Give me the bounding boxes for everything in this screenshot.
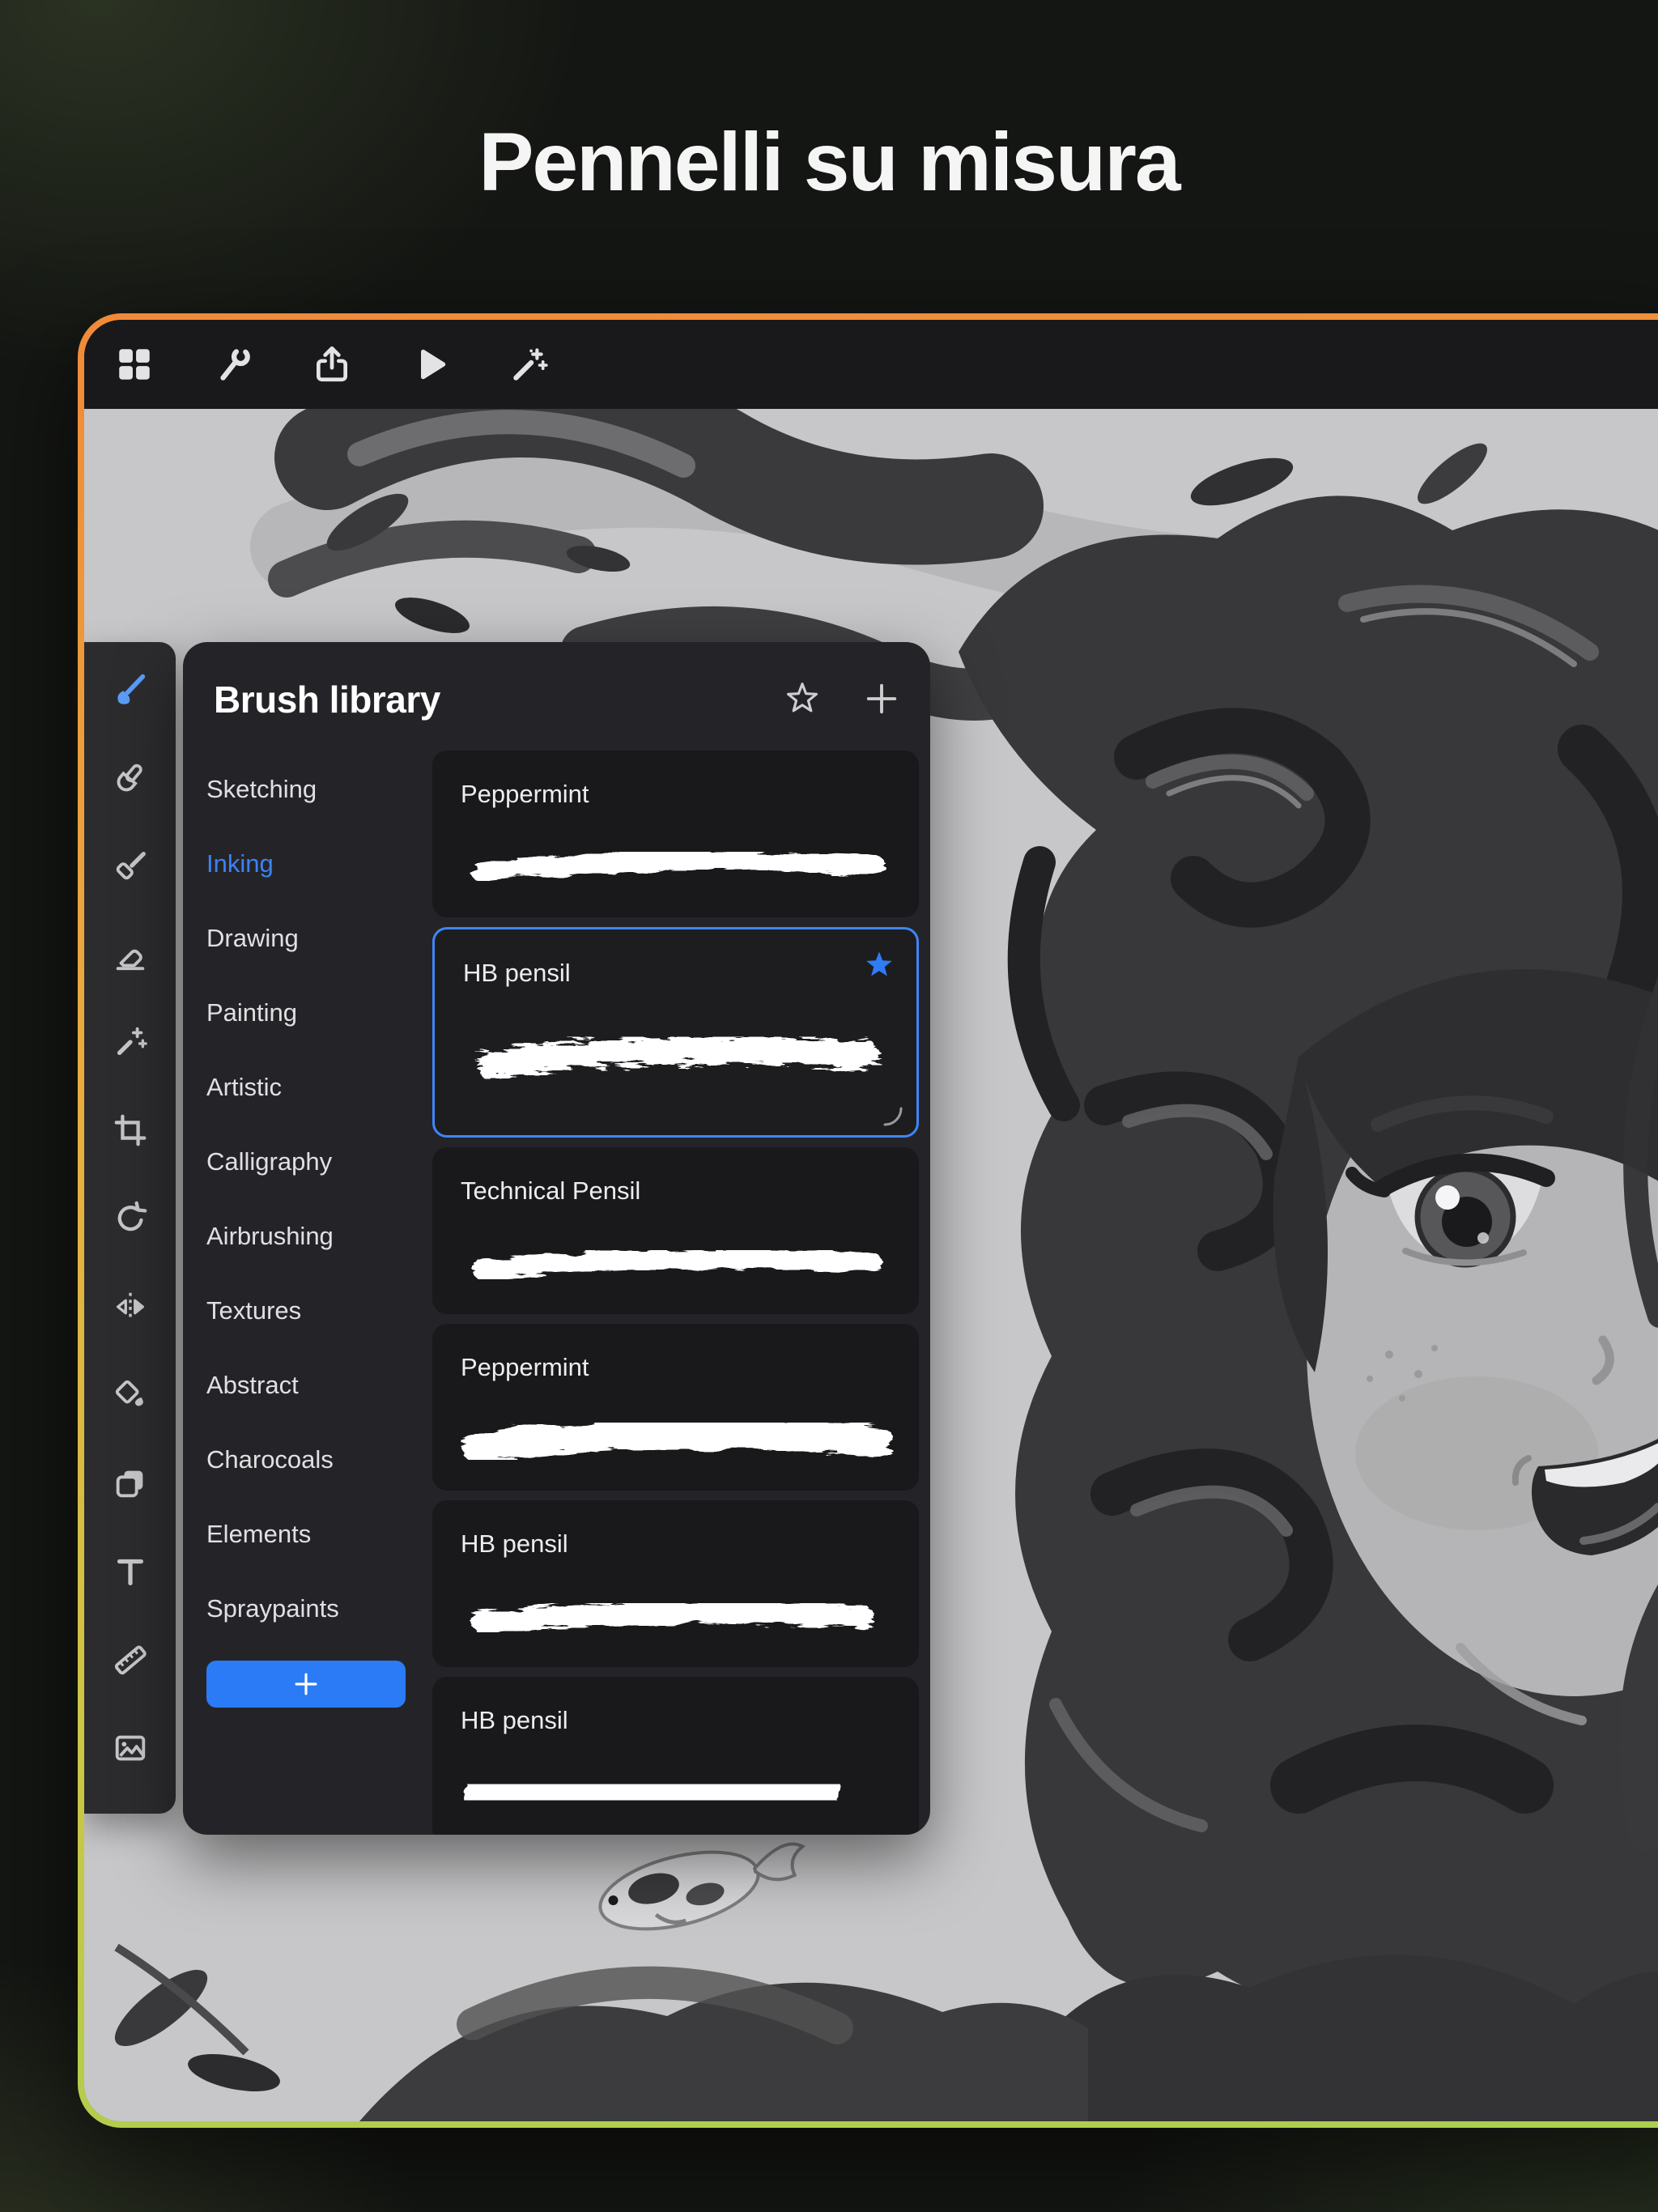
sparkle-wand-icon <box>117 1027 147 1056</box>
page-background: Pennelli su misura Brush library Sketchi… <box>0 0 1658 2212</box>
brush-stroke-preview <box>461 1222 895 1312</box>
brush-stroke-preview <box>463 1001 892 1112</box>
share-button[interactable] <box>306 338 358 390</box>
eraser-icon <box>116 949 144 971</box>
category-spraypaints[interactable]: Spraypaints <box>206 1572 419 1646</box>
fill-tool-button[interactable] <box>104 1369 156 1421</box>
rotate-arrow-icon <box>117 1201 147 1231</box>
crop-icon <box>114 1114 146 1146</box>
color-drop-icon <box>115 1380 143 1406</box>
paint-tool-button[interactable] <box>104 663 156 715</box>
image-tool-button[interactable] <box>104 1722 156 1774</box>
brush-card[interactable]: HB pensil <box>432 1500 919 1667</box>
category-elements[interactable]: Elements <box>206 1497 419 1572</box>
brush-list: Peppermint HB pensil Technical Pensil Pe… <box>432 751 919 1835</box>
brush-name: HB pensil <box>461 1529 568 1558</box>
image-icon <box>115 1735 145 1761</box>
crop-tool-button[interactable] <box>104 1104 156 1156</box>
category-inking[interactable]: Inking <box>206 827 419 901</box>
brush-category-list: Sketching Inking Drawing Painting Artist… <box>206 752 419 1646</box>
brush-card-selected[interactable]: HB pensil <box>432 927 919 1138</box>
new-brush-button[interactable] <box>861 678 903 720</box>
page-title: Pennelli su misura <box>478 116 1180 208</box>
brush-name: Peppermint <box>461 780 589 808</box>
app-toolbar <box>84 320 1658 409</box>
brush-name: HB pensil <box>461 1706 568 1734</box>
brush-card[interactable]: Peppermint <box>432 751 919 917</box>
text-icon <box>117 1559 143 1586</box>
plus-icon <box>295 1673 317 1695</box>
wrench-icon <box>220 347 250 381</box>
brush-library-panel: Brush library Sketching Inking Drawing P… <box>183 642 930 1835</box>
category-charocoals[interactable]: Charocoals <box>206 1423 419 1497</box>
brush-stroke-preview <box>461 1751 895 1835</box>
text-tool-button[interactable] <box>104 1546 156 1597</box>
magic-wand-icon <box>513 348 548 381</box>
smudge-tool-button[interactable] <box>104 751 156 803</box>
brush-card[interactable]: HB pensil <box>432 1677 919 1835</box>
play-button[interactable] <box>405 338 457 390</box>
flip-icon <box>116 1292 144 1321</box>
gallery-icon <box>119 349 150 380</box>
layers-tool-button[interactable] <box>104 1457 156 1509</box>
category-drawing[interactable]: Drawing <box>206 901 419 976</box>
category-textures[interactable]: Textures <box>206 1274 419 1348</box>
device-frame: Brush library Sketching Inking Drawing P… <box>78 313 1658 2128</box>
category-artistic[interactable]: Artistic <box>206 1050 419 1125</box>
transform-tool-button[interactable] <box>104 1193 156 1244</box>
panel-title: Brush library <box>214 678 440 721</box>
resize-handle <box>883 1107 903 1126</box>
category-airbrushing[interactable]: Airbrushing <box>206 1199 419 1274</box>
app-window: Brush library Sketching Inking Drawing P… <box>84 320 1658 2121</box>
flat-brush-icon <box>116 851 146 880</box>
layers-icon <box>116 1470 142 1498</box>
brush-card[interactable]: Peppermint <box>432 1324 919 1491</box>
star-icon <box>787 683 818 713</box>
category-abstract[interactable]: Abstract <box>206 1348 419 1423</box>
brush-stroke-preview <box>461 1575 895 1665</box>
brush-stroke-preview <box>461 825 895 916</box>
tool-sidebar <box>84 642 176 1814</box>
flat-brush-tool-button[interactable] <box>104 840 156 891</box>
canvas[interactable]: Brush library Sketching Inking Drawing P… <box>84 409 1658 2121</box>
favorite-brushes-button[interactable] <box>781 678 823 720</box>
brush-name: HB pensil <box>463 959 571 987</box>
favorite-star-icon[interactable] <box>863 949 895 981</box>
category-painting[interactable]: Painting <box>206 976 419 1050</box>
smudge-icon <box>117 764 142 792</box>
share-icon <box>316 346 348 382</box>
adjustments-tool-button[interactable] <box>104 1016 156 1068</box>
add-category-button[interactable] <box>206 1661 406 1708</box>
brush-name: Technical Pensil <box>461 1176 641 1205</box>
ruler-tool-button[interactable] <box>104 1634 156 1686</box>
brush-name: Peppermint <box>461 1353 589 1381</box>
plus-icon <box>866 683 897 714</box>
play-icon <box>421 349 446 380</box>
flip-tool-button[interactable] <box>104 1281 156 1333</box>
brush-stroke-preview <box>461 1398 895 1489</box>
ruler-icon <box>114 1645 147 1675</box>
adjustments-button[interactable] <box>504 338 555 390</box>
category-sketching[interactable]: Sketching <box>206 752 419 827</box>
brush-card[interactable]: Technical Pensil <box>432 1147 919 1314</box>
eraser-tool-button[interactable] <box>104 928 156 980</box>
category-calligraphy[interactable]: Calligraphy <box>206 1125 419 1199</box>
gallery-button[interactable] <box>108 338 160 390</box>
actions-button[interactable] <box>207 338 259 390</box>
brush-icon <box>117 674 145 704</box>
